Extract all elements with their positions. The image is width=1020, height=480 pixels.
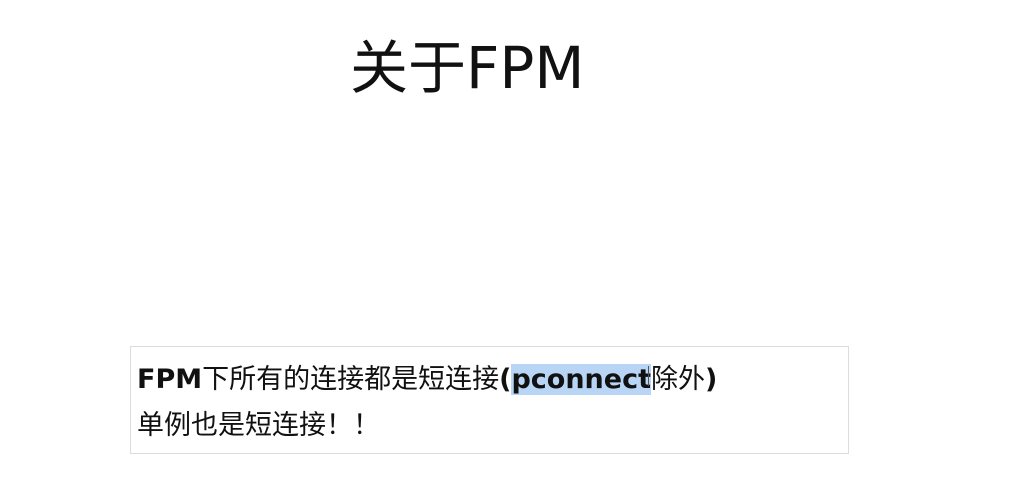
- paren-close: ): [705, 364, 718, 395]
- selected-text-highlight[interactable]: pconnect: [511, 364, 652, 395]
- line-1-text-after: 除外: [651, 364, 706, 395]
- body-text-box[interactable]: FPM下所有的连接都是短连接(pconnect除外) 单例也是短连接！！: [130, 346, 849, 454]
- paren-open: (: [499, 364, 512, 395]
- body-line-1[interactable]: FPM下所有的连接都是短连接(pconnect除外): [137, 357, 842, 403]
- body-line-2[interactable]: 单例也是短连接！！: [137, 403, 842, 449]
- text-cursor-icon: [648, 366, 650, 386]
- line-1-text: 下所有的连接都是短连接: [202, 364, 500, 395]
- slide-title[interactable]: 关于FPM: [350, 28, 584, 108]
- slide: 关于FPM FPM下所有的连接都是短连接(pconnect除外) 单例也是短连接…: [0, 0, 1020, 480]
- bold-prefix: FPM: [137, 364, 203, 395]
